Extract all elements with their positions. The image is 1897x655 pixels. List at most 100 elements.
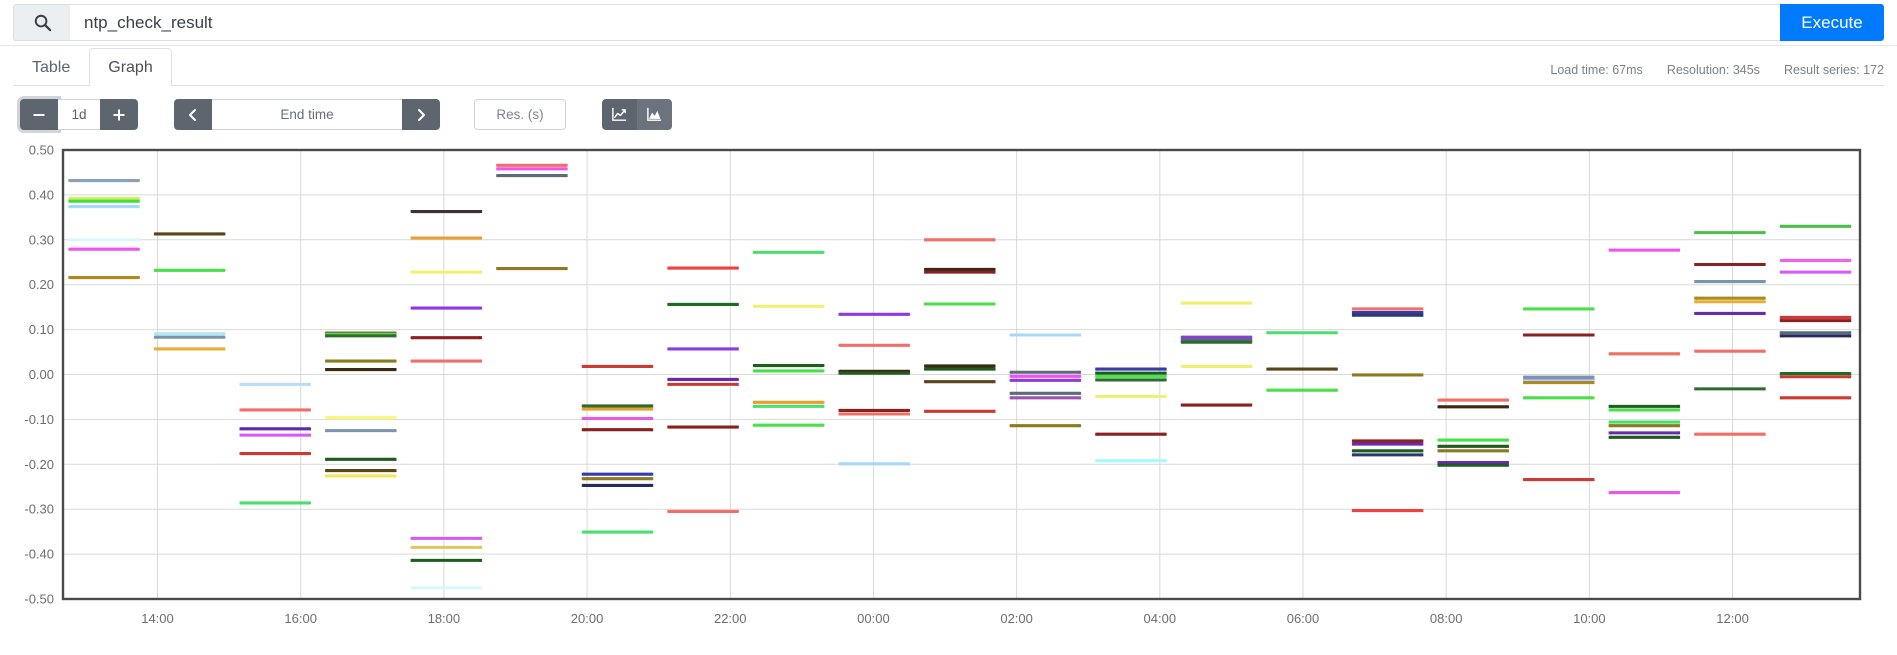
chart-series-point <box>1420 307 1424 311</box>
chart-series-point <box>992 367 996 371</box>
chart-series-point <box>1437 438 1441 442</box>
endtime-prev-button[interactable] <box>174 99 212 130</box>
chevron-left-icon <box>189 108 196 121</box>
chart-series-point <box>1009 424 1013 428</box>
chart-series-point <box>1523 396 1527 400</box>
chart-series-point <box>1351 453 1355 457</box>
chart-series-point <box>1677 424 1681 428</box>
chart-series-point <box>1249 340 1253 344</box>
chart-series-point <box>68 247 72 251</box>
chart-series-point <box>581 428 585 432</box>
graph-chart[interactable]: 0.50 0.40 0.30 0.20 0.10 0.00 -0.10 -0.20 -0.30 -… <box>0 141 1897 651</box>
chart-series-point <box>650 407 654 411</box>
chart-series-point <box>735 377 739 381</box>
chart-series-point <box>821 369 825 373</box>
chart-series-point <box>924 302 928 306</box>
chart-series-point <box>838 343 842 347</box>
x-axis-tick: 16:00 <box>284 611 317 626</box>
chart-series-point <box>1249 364 1253 368</box>
chart-series-point <box>752 304 756 308</box>
chart-series-point <box>667 266 671 270</box>
query-bar: Execute <box>0 0 1897 46</box>
line-chart-icon[interactable] <box>602 99 637 130</box>
chart-series-point <box>410 236 414 240</box>
chart-series-point <box>1420 453 1424 457</box>
chart-series-point <box>1848 334 1852 338</box>
chart-series-point <box>1163 432 1167 436</box>
chart-series-point <box>1078 374 1082 378</box>
chart-series-point <box>650 417 654 421</box>
chart-series-point <box>735 347 739 351</box>
execute-button[interactable]: Execute <box>1780 4 1884 41</box>
chart-series-point <box>1848 396 1852 400</box>
tab-table[interactable]: Table <box>13 48 89 86</box>
chart-series-point <box>325 416 329 420</box>
x-axis-tick: 22:00 <box>714 611 747 626</box>
chart-series-point <box>906 371 910 375</box>
chart-series-point <box>393 416 397 420</box>
chart-series-point <box>325 359 329 363</box>
chart-series-point <box>821 250 825 254</box>
chart-series-point <box>222 332 226 336</box>
chart-series-point <box>1848 331 1852 335</box>
chart-series-point <box>1420 311 1424 315</box>
chart-series-point <box>1009 333 1013 337</box>
chart-series-point <box>1437 398 1441 402</box>
chart-series-point <box>735 425 739 429</box>
chart-series-point <box>924 380 928 384</box>
chart-series-point <box>735 382 739 386</box>
chart-series-point <box>752 404 756 408</box>
chart-series-point <box>1095 378 1099 382</box>
chart-series-point <box>1591 375 1595 379</box>
chart-series-point <box>1351 311 1355 315</box>
chart-series-point <box>68 199 72 203</box>
chart-series-point <box>68 238 72 242</box>
chart-series-point <box>581 483 585 487</box>
chart-series-point <box>992 302 996 306</box>
chart-series-point <box>1334 331 1338 335</box>
chart-series-point <box>1779 396 1783 400</box>
chart-series-point <box>1779 334 1783 338</box>
range-input[interactable]: 1d <box>58 99 100 130</box>
chart-series-point <box>667 377 671 381</box>
query-input[interactable] <box>70 4 1780 41</box>
chart-series-point <box>153 332 157 336</box>
chart-series-point <box>1505 463 1509 467</box>
x-axis-tick: 06:00 <box>1287 611 1320 626</box>
chart-series-point <box>1420 373 1424 377</box>
range-decrease-button[interactable] <box>20 99 58 130</box>
chart-series-point <box>1848 315 1852 319</box>
chart-series-point <box>1694 280 1698 284</box>
chart-series-point <box>1848 258 1852 262</box>
chart-canvas[interactable]: 0.50 0.40 0.30 0.20 0.10 0.00 -0.10 -0.20 -0.30 -… <box>0 141 1897 651</box>
stacked-chart-icon[interactable] <box>637 99 672 130</box>
chart-series-point <box>1266 331 1270 335</box>
chart-series-point <box>307 501 311 505</box>
chart-series-point <box>410 210 414 214</box>
chart-series-point <box>136 196 140 200</box>
chart-series-point <box>1677 248 1681 252</box>
chart-series-point <box>307 408 311 412</box>
chart-series-point <box>1762 280 1766 284</box>
range-increase-button[interactable] <box>100 99 138 130</box>
chart-series-point <box>1608 424 1612 428</box>
chart-series-point <box>1180 301 1184 305</box>
chart-series-point <box>479 545 483 549</box>
chart-series-point <box>906 408 910 412</box>
chart-series-point <box>1009 396 1013 400</box>
chart-series-point <box>667 509 671 513</box>
endtime-next-button[interactable] <box>402 99 440 130</box>
search-icon <box>13 4 70 41</box>
chart-series-point <box>838 408 842 412</box>
y-axis-labels: 0.50 0.40 0.30 0.20 0.10 0.00 -0.10 -0.20 -0.30 -… <box>24 143 54 607</box>
chart-series-point <box>1591 396 1595 400</box>
resolution-input[interactable]: Res. (s) <box>474 99 566 130</box>
chart-series-point <box>1420 509 1424 513</box>
endtime-input[interactable]: End time <box>212 99 402 130</box>
chart-series-point <box>496 163 500 167</box>
tab-graph[interactable]: Graph <box>89 48 172 86</box>
y-axis-tick: 0.20 <box>29 277 54 292</box>
chart-series-point <box>1523 478 1527 482</box>
chart-series-point <box>1677 404 1681 408</box>
chart-series-point <box>1437 461 1441 465</box>
